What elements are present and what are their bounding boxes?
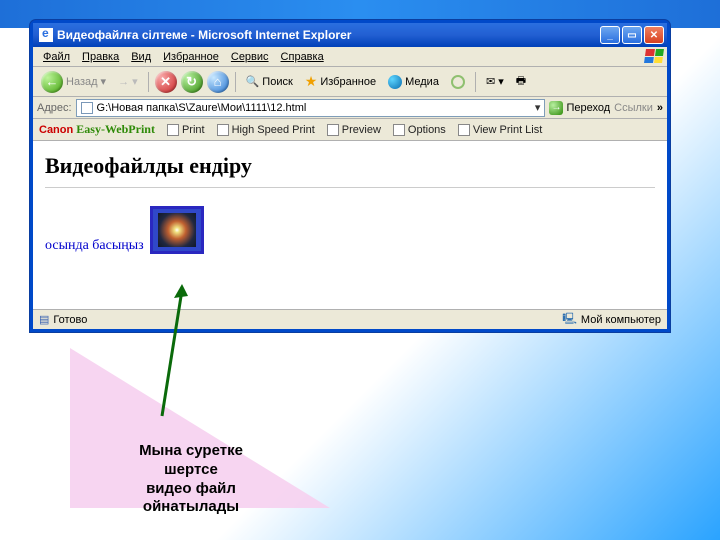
video-thumbnail[interactable] [150, 206, 204, 254]
go-button[interactable]: → Переход [549, 101, 610, 115]
menu-view[interactable]: Вид [125, 49, 157, 65]
thumbnail-image [158, 213, 196, 247]
canon-hsp-button[interactable]: High Speed Print [217, 124, 315, 136]
favorites-button[interactable]: ★ Избранное [301, 71, 380, 92]
maximize-button[interactable]: ▭ [622, 26, 642, 44]
address-bar: Адрес: G:\Новая папка\S\Zaure\Мои\1111\1… [33, 97, 667, 119]
list-icon [458, 124, 470, 136]
chevron-down-icon[interactable]: ▾ [535, 101, 541, 114]
page-heading: Видеофайлды ендіру [45, 153, 655, 179]
window-title: Видеофайлға сілтеме - Microsoft Internet… [57, 28, 600, 42]
menu-file[interactable]: Файл [37, 49, 76, 65]
menu-tools[interactable]: Сервис [225, 49, 275, 65]
search-icon: 🔍 [246, 75, 260, 88]
go-label: Переход [566, 102, 610, 114]
history-button[interactable] [447, 73, 469, 91]
menu-favorites[interactable]: Избранное [157, 49, 225, 65]
separator [148, 72, 149, 92]
video-link-row: осында басыңыз [45, 206, 655, 254]
nav-toolbar: ← Назад ▾ → ▾ ✕ ↻ ⌂ 🔍 Поиск ★ Избранное … [33, 67, 667, 97]
history-icon [451, 75, 465, 89]
title-bar: Видеофайлға сілтеме - Microsoft Internet… [33, 23, 667, 47]
address-input[interactable]: G:\Новая папка\S\Zaure\Мои\1111\12.html … [76, 99, 546, 117]
status-bar: ▤ Готово 🖳 Мой компьютер [33, 309, 667, 329]
star-icon: ★ [305, 73, 318, 90]
separator [475, 72, 476, 92]
forward-icon: → [118, 76, 129, 88]
status-zone: 🖳 Мой компьютер [562, 310, 661, 329]
address-label: Адрес: [37, 102, 72, 114]
status-ready: ▤ Готово [39, 313, 87, 326]
home-button[interactable]: ⌂ [207, 71, 229, 93]
annotation-caption: Мына суретке шертсе видео файл ойнатылад… [70, 380, 330, 540]
computer-icon: 🖳 [562, 310, 577, 329]
canon-print-button[interactable]: Print [167, 124, 205, 136]
favorites-label: Избранное [320, 76, 376, 88]
media-icon [388, 75, 402, 89]
print-button[interactable]: 🖶 [512, 70, 530, 93]
windows-flag-icon [644, 49, 664, 63]
mail-button[interactable]: ✉ ▾ [482, 73, 508, 90]
video-link-text[interactable]: осында басыңыз [45, 238, 144, 254]
menu-help[interactable]: Справка [275, 49, 330, 65]
canon-preview-button[interactable]: Preview [327, 124, 381, 136]
chevron-down-icon: ▾ [132, 75, 138, 88]
caption-text: Мына суретке шертсе видео файл ойнатылад… [106, 442, 276, 517]
document-icon: ▤ [39, 313, 49, 326]
links-label[interactable]: Ссылки [614, 102, 653, 114]
media-button[interactable]: Медиа [384, 73, 443, 91]
document-icon [81, 102, 93, 114]
separator [235, 72, 236, 92]
print-icon [167, 124, 179, 136]
canon-viewlist-button[interactable]: View Print List [458, 124, 543, 136]
ie-window: Видеофайлға сілтеме - Microsoft Internet… [30, 20, 670, 332]
stop-button[interactable]: ✕ [155, 71, 177, 93]
canon-options-button[interactable]: Options [393, 124, 446, 136]
annotation-arrow [162, 284, 166, 404]
go-arrow-icon: → [549, 101, 563, 115]
forward-button[interactable]: → ▾ [114, 73, 142, 90]
media-label: Медиа [405, 76, 439, 88]
canon-toolbar: Canon Easy-WebPrint Print High Speed Pri… [33, 119, 667, 141]
page-content: Видеофайлды ендіру осында басыңыз [33, 141, 667, 315]
high-speed-print-icon [217, 124, 229, 136]
window-controls: _ ▭ ✕ [600, 26, 664, 44]
options-icon [393, 124, 405, 136]
menu-edit[interactable]: Правка [76, 49, 125, 65]
minimize-button[interactable]: _ [600, 26, 620, 44]
chevron-down-icon: ▾ [101, 75, 107, 88]
back-button[interactable]: ← Назад ▾ [37, 69, 110, 95]
preview-icon [327, 124, 339, 136]
search-button[interactable]: 🔍 Поиск [242, 73, 297, 90]
back-label: Назад [66, 76, 98, 88]
search-label: Поиск [262, 76, 292, 88]
menu-bar: Файл Правка Вид Избранное Сервис Справка [33, 47, 667, 67]
overflow-chevron-icon[interactable]: » [657, 102, 663, 114]
refresh-button[interactable]: ↻ [181, 71, 203, 93]
address-value: G:\Новая папка\S\Zaure\Мои\1111\12.html [97, 102, 307, 114]
close-button[interactable]: ✕ [644, 26, 664, 44]
ie-icon [39, 28, 53, 42]
horizontal-rule [45, 187, 655, 188]
canon-logo: Canon Easy-WebPrint [39, 122, 155, 137]
back-icon: ← [41, 71, 63, 93]
